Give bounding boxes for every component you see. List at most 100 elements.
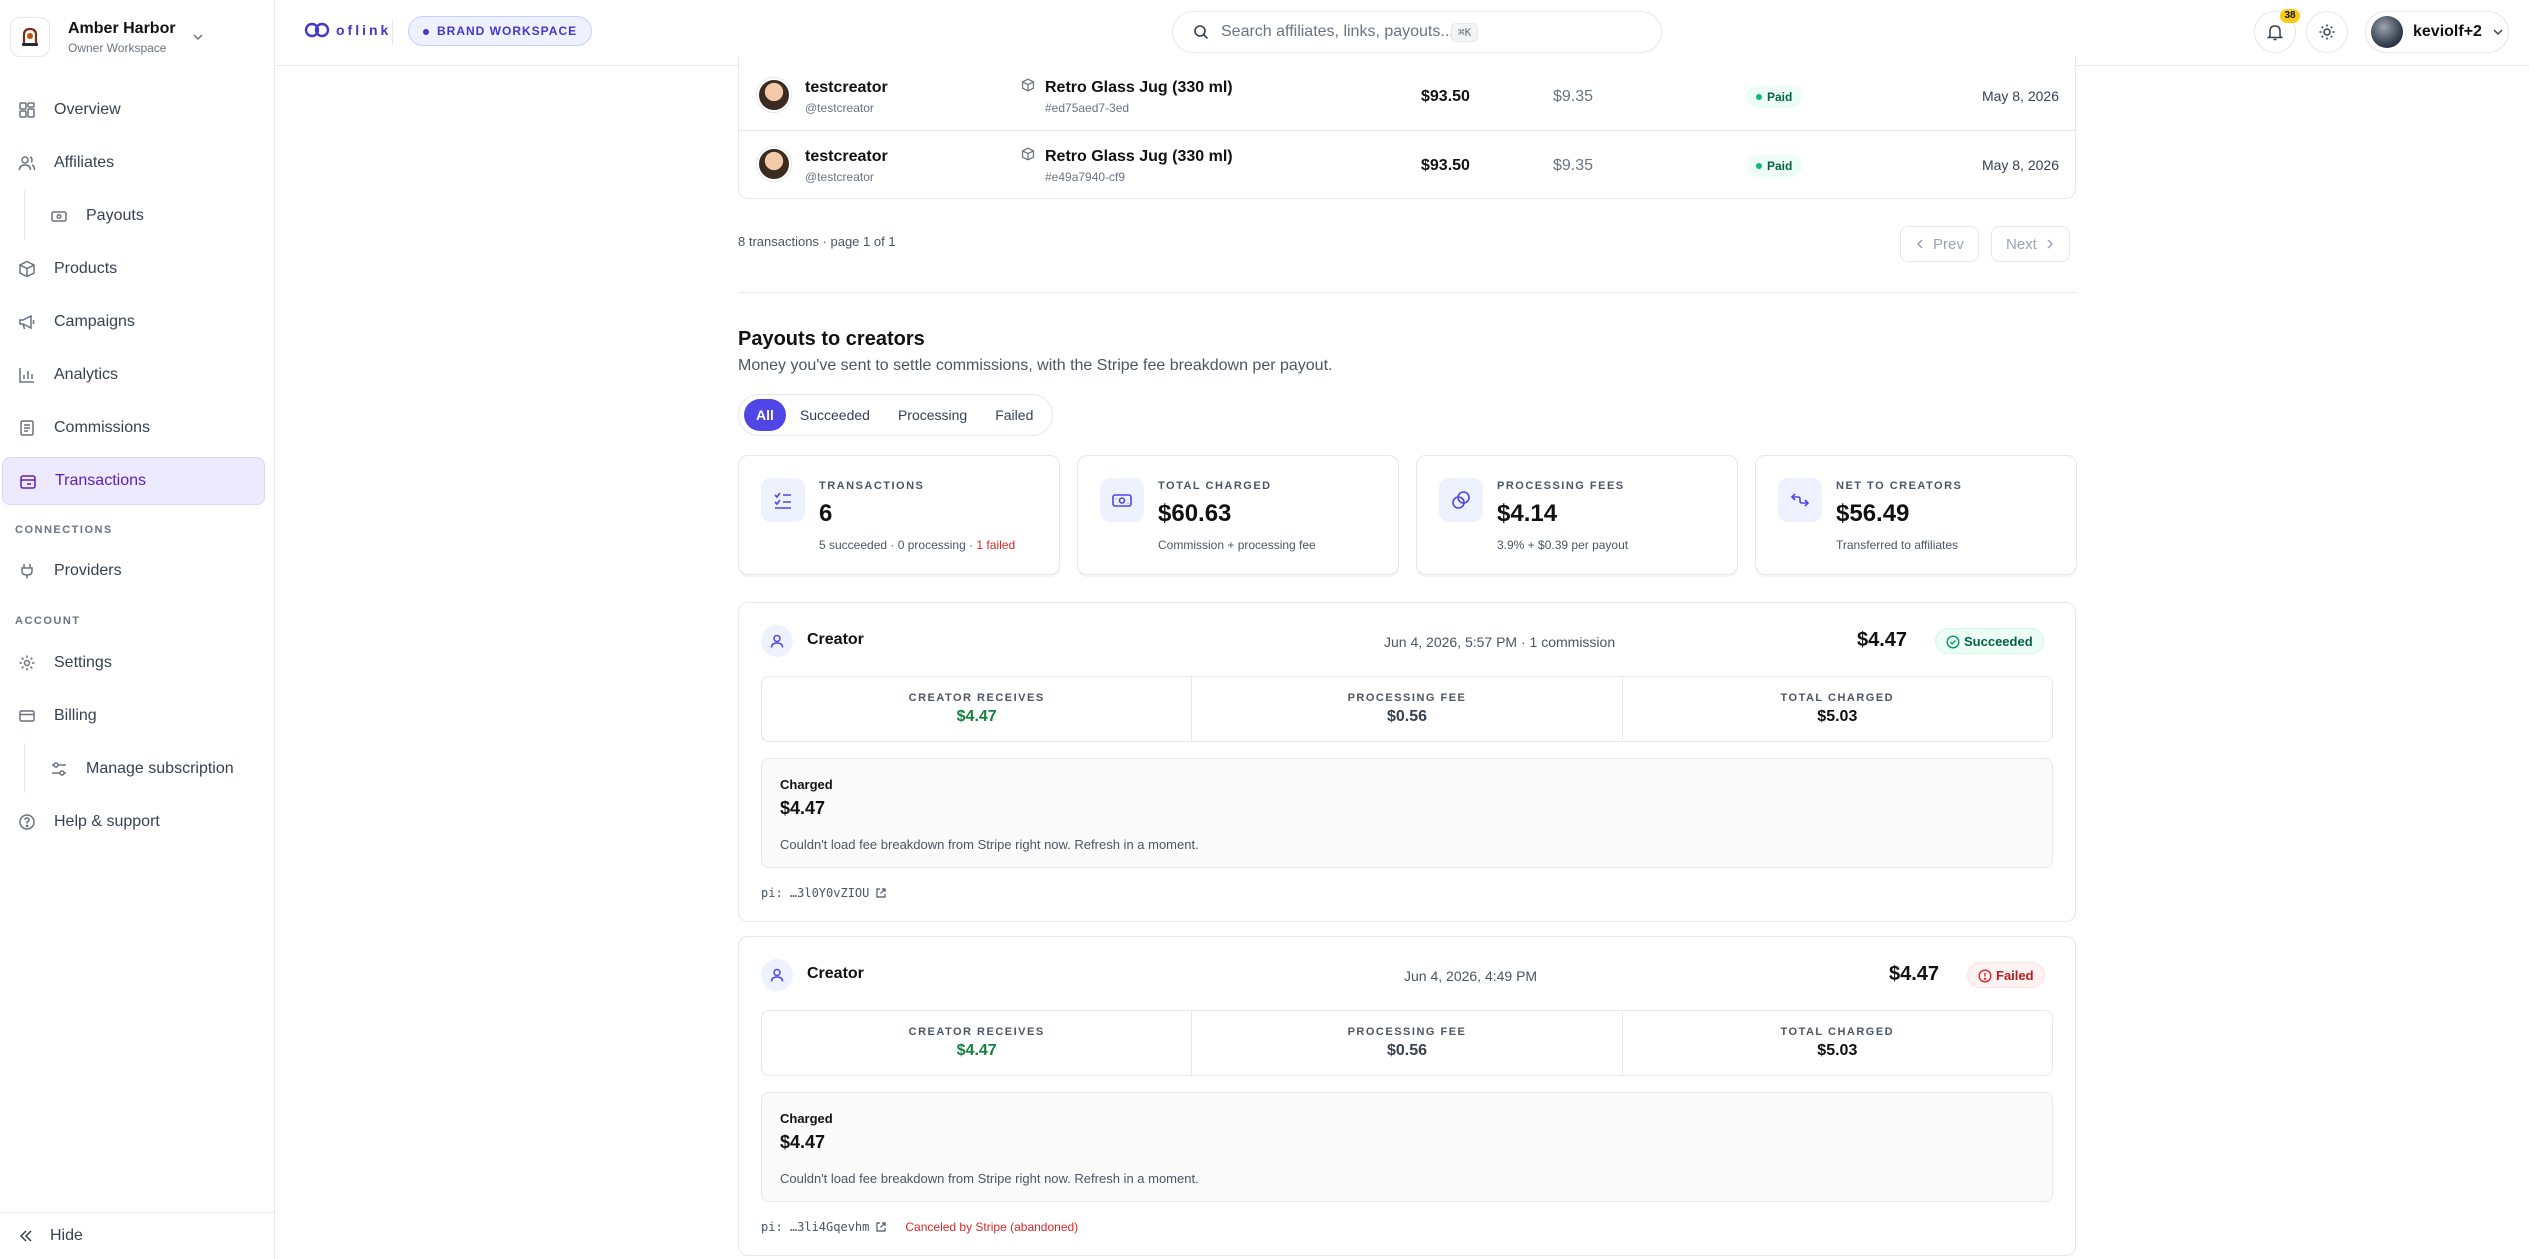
user-icon — [761, 625, 793, 657]
users-icon — [18, 154, 36, 172]
payout-recipient: Creator — [807, 631, 864, 648]
hide-sidebar-button[interactable]: Hide — [0, 1212, 275, 1259]
sidebar-item-label: Payouts — [86, 207, 144, 224]
brand-logo[interactable]: oflink — [304, 20, 391, 40]
sidebar-item-commissions[interactable]: Commissions — [2, 404, 265, 452]
megaphone-icon — [18, 313, 36, 331]
status-badge: Succeeded — [1935, 628, 2044, 654]
transactions-table: testcreator @testcreator Retro Glass Jug… — [738, 56, 2077, 199]
sliders-icon — [50, 760, 68, 778]
workspace-name: Amber Harbor — [68, 19, 176, 37]
payout-card: Creator Jun 4, 2026, 5:57 PM · 1 commiss… — [738, 602, 2076, 922]
sidebar-item-transactions[interactable]: Transactions — [2, 457, 265, 505]
bell-icon — [2266, 23, 2284, 41]
product-id: #e49a7940-cf9 — [1045, 170, 1126, 184]
brand-divider — [392, 20, 393, 44]
payment-intent-link[interactable]: pi: …3l0Y0vZIOU — [761, 886, 887, 900]
product-name: Retro Glass Jug (330 ml) — [1045, 79, 1233, 96]
breakdown-label: TOTAL CHARGED — [1780, 692, 1895, 704]
payout-meta: Jun 4, 2026, 5:57 PM · 1 commission — [1384, 634, 1616, 650]
gear-icon — [18, 654, 36, 672]
breakdown-value: $4.47 — [956, 708, 997, 725]
creator-name: testcreator — [805, 79, 888, 96]
chevron-down-icon — [192, 31, 204, 43]
brand-name: oflink — [336, 22, 392, 38]
payment-intent-id: pi: …3l0Y0vZIOU — [761, 886, 870, 900]
payment-intent-link[interactable]: pi: …3li4Gqevhm Canceled by Stripe (aban… — [761, 1220, 1078, 1234]
notification-count-badge: 38 — [2280, 9, 2300, 23]
sidebar-item-providers[interactable]: Providers — [2, 547, 265, 595]
search-input[interactable] — [1221, 23, 1451, 41]
filter-succeeded[interactable]: Succeeded — [786, 399, 884, 431]
section-label-account: ACCOUNT — [15, 615, 81, 627]
hide-label: Hide — [50, 1227, 83, 1244]
sidebar-item-help[interactable]: Help & support — [2, 798, 265, 846]
filter-processing[interactable]: Processing — [884, 399, 981, 431]
next-page-button[interactable]: Next — [1991, 226, 2070, 262]
table-row[interactable]: testcreator @testcreator Retro Glass Jug… — [739, 130, 2077, 198]
payout-amount: $4.47 — [1889, 963, 1940, 985]
coins-icon — [1439, 478, 1483, 522]
sidebar-item-manage-subscription[interactable]: Manage subscription — [2, 745, 265, 793]
sidebar-item-settings[interactable]: Settings — [2, 639, 265, 687]
breakdown-value: $5.03 — [1817, 708, 1858, 725]
transaction-amount: $93.50 — [1421, 88, 1470, 105]
pagination-info: 8 transactions · page 1 of 1 — [738, 234, 896, 249]
sidebar-item-campaigns[interactable]: Campaigns — [2, 298, 265, 346]
chevrons-left-icon — [18, 1228, 34, 1244]
stat-label: TRANSACTIONS — [819, 480, 925, 492]
sidebar-item-billing[interactable]: Billing — [2, 692, 265, 740]
product-id: #ed75aed7-3ed — [1045, 101, 1130, 115]
user-menu-button[interactable]: keviolf+2 — [2365, 11, 2509, 53]
alert-circle-icon — [1978, 969, 1992, 983]
sidebar-item-products[interactable]: Products — [2, 245, 265, 293]
stat-sub: Transferred to affiliates — [1836, 538, 1959, 552]
sidebar-item-payouts[interactable]: Payouts — [2, 192, 265, 240]
cancel-note: Canceled by Stripe (abandoned) — [905, 1220, 1079, 1234]
sidebar-item-affiliates[interactable]: Affiliates — [2, 139, 265, 187]
payouts-title: Payouts to creators — [738, 328, 925, 350]
workspace-switcher[interactable]: Amber Harbor Owner Workspace — [10, 12, 265, 62]
breakdown-processing-fee: PROCESSING FEE $0.56 — [1191, 677, 1621, 741]
sidebar-item-overview[interactable]: Overview — [2, 86, 265, 134]
breakdown-label: TOTAL CHARGED — [1780, 1026, 1895, 1038]
payout-card: Creator Jun 4, 2026, 4:49 PM $4.47 Faile… — [738, 936, 2076, 1256]
search-icon — [1193, 24, 1209, 40]
external-link-icon — [875, 1221, 887, 1233]
section-divider — [738, 292, 2076, 293]
product-name: Retro Glass Jug (330 ml) — [1045, 148, 1233, 165]
breakdown-processing-fee: PROCESSING FEE $0.56 — [1191, 1011, 1621, 1075]
global-search[interactable]: ⌘K — [1172, 11, 1662, 53]
prev-page-button[interactable]: Prev — [1900, 226, 1979, 262]
status-badge: Failed — [1967, 962, 2045, 988]
sidebar-item-label: Providers — [54, 562, 122, 579]
user-avatar — [2371, 16, 2403, 48]
sidebar-item-analytics[interactable]: Analytics — [2, 351, 265, 399]
breakdown-value: $5.03 — [1817, 1042, 1858, 1059]
workspace-type-badge: BRAND WORKSPACE — [408, 16, 593, 46]
transaction-amount: $93.50 — [1421, 157, 1470, 174]
filter-all[interactable]: All — [744, 399, 786, 431]
transaction-date: May 8, 2026 — [1981, 157, 2059, 173]
card-icon — [18, 707, 36, 725]
chevron-right-icon — [2045, 239, 2055, 249]
theme-toggle-button[interactable] — [2306, 11, 2348, 53]
sidebar-item-label: Campaigns — [54, 313, 135, 330]
charged-amount: $4.47 — [780, 1132, 826, 1152]
user-icon — [761, 959, 793, 991]
filter-failed[interactable]: Failed — [981, 399, 1047, 431]
status-badge: Paid — [1747, 155, 1803, 177]
creator-avatar — [757, 147, 791, 181]
check-circle-icon — [1946, 635, 1960, 649]
charged-amount: $4.47 — [780, 798, 826, 818]
sidebar-item-label: Overview — [54, 101, 121, 118]
table-row[interactable]: testcreator @testcreator Retro Glass Jug… — [739, 62, 2077, 130]
stat-card-transactions: TRANSACTIONS 6 5 succeeded · 0 processin… — [738, 455, 1060, 575]
stat-sub: 3.9% + $0.39 per payout — [1497, 538, 1629, 552]
external-link-icon — [875, 887, 887, 899]
prev-label: Prev — [1933, 235, 1964, 253]
stat-sub-text: 5 succeeded · 0 processing · — [819, 538, 977, 552]
stat-value: $4.14 — [1497, 500, 1558, 527]
receipt-icon — [18, 419, 36, 437]
breakdown-value: $0.56 — [1386, 1042, 1428, 1059]
